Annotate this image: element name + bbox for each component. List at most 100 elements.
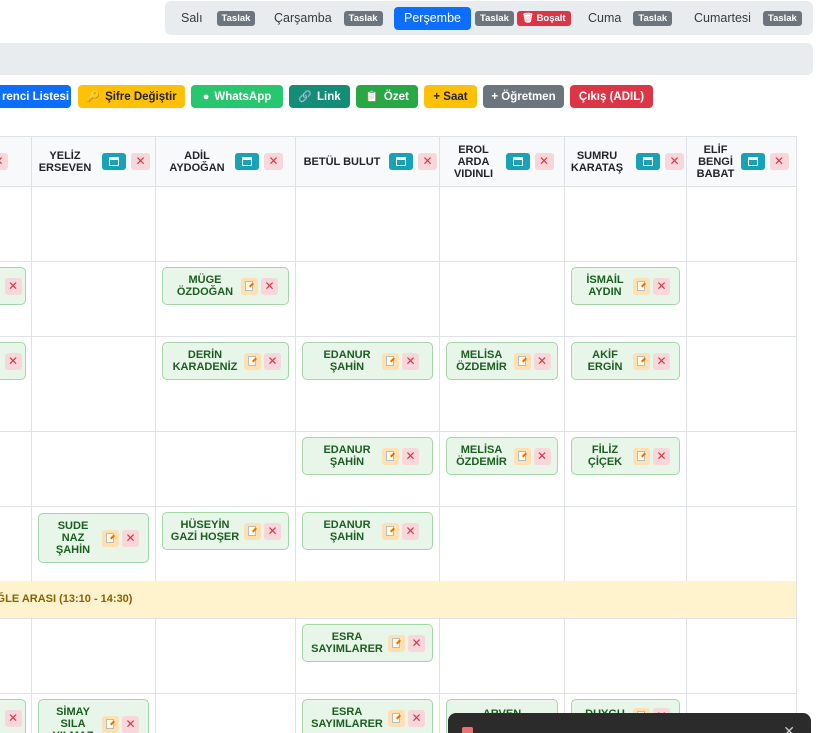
teacher-calendar-button[interactable] bbox=[636, 153, 660, 170]
delete-lesson-button[interactable]: ✕ bbox=[533, 447, 551, 465]
edit-icon bbox=[637, 355, 645, 366]
teacher-name: SUMRU KARATAŞ bbox=[570, 149, 624, 174]
edit-lesson-button[interactable] bbox=[382, 447, 399, 465]
lesson-card[interactable]: HÜSEYİN GAZİ HOŞER ✕ bbox=[162, 512, 289, 550]
teacher-calendar-button[interactable] bbox=[102, 153, 126, 170]
delete-teacher-button[interactable]: ✕ bbox=[264, 153, 283, 170]
edit-lesson-button[interactable] bbox=[382, 352, 399, 370]
button-label: renci Listesi bbox=[1, 90, 70, 103]
summary-button[interactable]: 📋 Özet bbox=[356, 85, 418, 108]
lunch-break-label: ÖĞLE ARASI (13:10 - 14:30) bbox=[0, 593, 133, 605]
delete-lesson-button[interactable]: ✕ bbox=[402, 447, 419, 465]
add-hour-button[interactable]: + Saat bbox=[424, 85, 477, 108]
draft-badge: Taslak bbox=[762, 10, 802, 26]
edit-lesson-button[interactable] bbox=[633, 277, 650, 295]
day-name: Perşembe bbox=[394, 6, 471, 30]
tab-persembe[interactable]: Perşembe Taslak 🗑 Boşalt bbox=[394, 6, 571, 30]
teacher-calendar-button[interactable] bbox=[740, 153, 765, 170]
lesson-card-partial[interactable]: ✕ bbox=[0, 342, 26, 380]
edit-lesson-button[interactable] bbox=[244, 352, 261, 370]
delete-lesson-button[interactable]: ✕ bbox=[264, 522, 281, 540]
edit-lesson-button[interactable] bbox=[102, 715, 119, 733]
teacher-calendar-button[interactable] bbox=[235, 153, 259, 170]
edit-lesson-button[interactable] bbox=[633, 447, 650, 465]
delete-lesson-button[interactable]: ✕ bbox=[408, 709, 425, 727]
lesson-card[interactable]: FİLİZ ÇİÇEK ✕ bbox=[571, 437, 680, 475]
delete-lesson-button[interactable]: ✕ bbox=[261, 277, 278, 295]
student-name: EDANUR ŞAHİN bbox=[323, 519, 371, 543]
edit-lesson-button[interactable] bbox=[388, 709, 405, 727]
edit-lesson-button[interactable] bbox=[241, 277, 258, 295]
delete-lesson-button[interactable]: ✕ bbox=[533, 352, 551, 370]
lesson-card[interactable]: EDANUR ŞAHİN ✕ bbox=[302, 342, 433, 380]
lesson-card[interactable]: SİMAY SILA YILMAZ ✕ bbox=[38, 699, 149, 733]
delete-teacher-button[interactable]: ✕ bbox=[418, 153, 437, 170]
header-actions-partial: ✕ bbox=[0, 153, 8, 173]
day-name: Çarşamba bbox=[274, 11, 332, 25]
edit-icon bbox=[386, 525, 394, 536]
lesson-card[interactable]: MELİSA ÖZDEMİR ✕ bbox=[446, 342, 558, 380]
filter-bar[interactable] bbox=[0, 43, 813, 75]
lesson-card[interactable]: AKİF ERGİN ✕ bbox=[571, 342, 680, 380]
edit-icon bbox=[637, 280, 645, 291]
student-list-button[interactable]: renci Listesi bbox=[0, 85, 71, 108]
delete-lesson-button[interactable]: ✕ bbox=[653, 277, 670, 295]
column-divider bbox=[295, 137, 296, 733]
change-password-button[interactable]: 🔑 Şifre Değiştir bbox=[78, 85, 185, 108]
edit-lesson-button[interactable] bbox=[513, 352, 531, 370]
close-icon: ✕ bbox=[7, 353, 19, 368]
link-button[interactable]: 🔗 Link bbox=[289, 85, 350, 108]
close-icon[interactable]: ✕ bbox=[783, 723, 795, 733]
lesson-card[interactable]: EDANUR ŞAHİN ✕ bbox=[302, 512, 433, 550]
delete-teacher-button[interactable]: ✕ bbox=[665, 153, 684, 170]
calendar-icon bbox=[109, 157, 119, 166]
edit-lesson-button[interactable] bbox=[244, 522, 261, 540]
edit-icon bbox=[245, 280, 253, 291]
logout-button[interactable]: Çıkış (ADIL) bbox=[570, 85, 653, 108]
teacher-name: YELİZ ERSEVEN bbox=[38, 149, 92, 174]
lesson-card[interactable]: EDANUR ŞAHİN ✕ bbox=[302, 437, 433, 475]
lesson-card[interactable]: İSMAİL AYDIN ✕ bbox=[571, 267, 680, 305]
lesson-card[interactable]: MÜGE ÖZDOĞAN ✕ bbox=[162, 267, 289, 305]
edit-lesson-button[interactable] bbox=[633, 352, 650, 370]
clear-day-button[interactable]: 🗑 Boşalt bbox=[516, 10, 571, 26]
delete-lesson-button[interactable]: ✕ bbox=[653, 447, 670, 465]
delete-lesson-button[interactable]: ✕ bbox=[122, 529, 139, 547]
teacher-calendar-button[interactable] bbox=[505, 153, 530, 170]
delete-teacher-button[interactable]: ✕ bbox=[534, 153, 554, 170]
edit-lesson-button[interactable] bbox=[382, 522, 399, 540]
delete-lesson-button[interactable]: ✕ bbox=[4, 277, 22, 295]
close-icon: ✕ bbox=[773, 154, 785, 168]
edit-lesson-button[interactable] bbox=[102, 529, 119, 547]
draft-badge: Taslak bbox=[474, 10, 514, 26]
delete-lesson-button[interactable]: ✕ bbox=[122, 715, 139, 733]
teacher-name: EROL ARDA VIDINLI bbox=[453, 143, 494, 180]
lesson-card[interactable]: ESRA SAYIMLARER ✕ bbox=[302, 624, 433, 662]
lesson-card[interactable]: ESRA SAYIMLARER ✕ bbox=[302, 699, 433, 733]
lesson-card[interactable]: DERİN KARADENİZ ✕ bbox=[162, 342, 289, 380]
delete-lesson-button[interactable]: ✕ bbox=[4, 709, 22, 727]
delete-lesson-button[interactable]: ✕ bbox=[408, 634, 425, 652]
whatsapp-button[interactable]: ● WhatsApp bbox=[191, 85, 283, 108]
lesson-card-partial[interactable]: ✕ bbox=[0, 267, 26, 305]
tab-cuma[interactable]: Cuma Taslak bbox=[588, 7, 673, 29]
delete-lesson-button[interactable]: ✕ bbox=[653, 352, 670, 370]
tab-carsamba[interactable]: Çarşamba Taslak bbox=[274, 7, 383, 29]
add-teacher-button[interactable]: + Öğretmen bbox=[483, 85, 564, 108]
lesson-card[interactable]: MELİSA ÖZDEMİR ✕ bbox=[446, 437, 558, 475]
lesson-card[interactable]: SUDE NAZ ŞAHİN ✕ bbox=[38, 513, 149, 563]
edit-lesson-button[interactable] bbox=[513, 447, 531, 465]
delete-teacher-button[interactable]: ✕ bbox=[769, 153, 789, 170]
calendar-icon bbox=[396, 157, 406, 166]
lesson-card-partial[interactable]: ✕ bbox=[0, 699, 26, 733]
teacher-calendar-button[interactable] bbox=[389, 153, 413, 170]
tab-sali[interactable]: Salı Taslak bbox=[181, 7, 256, 29]
delete-teacher-button[interactable]: ✕ bbox=[131, 153, 150, 170]
delete-lesson-button[interactable]: ✕ bbox=[264, 352, 281, 370]
delete-lesson-button[interactable]: ✕ bbox=[402, 522, 419, 540]
tab-cumartesi[interactable]: Cumartesi Taslak bbox=[694, 7, 802, 29]
delete-teacher-button[interactable]: ✕ bbox=[0, 153, 8, 170]
delete-lesson-button[interactable]: ✕ bbox=[4, 352, 22, 370]
delete-lesson-button[interactable]: ✕ bbox=[402, 352, 419, 370]
edit-lesson-button[interactable] bbox=[388, 634, 405, 652]
